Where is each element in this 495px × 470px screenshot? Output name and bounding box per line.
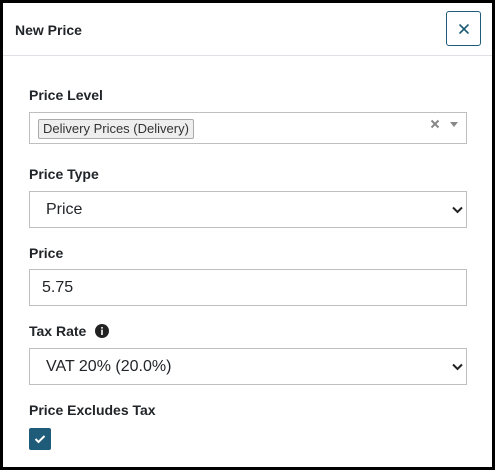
price-type-select[interactable]: Price bbox=[29, 191, 467, 228]
price-level-label: Price Level bbox=[29, 87, 103, 103]
chevron-down-icon bbox=[452, 363, 463, 371]
checkmark-icon bbox=[34, 435, 46, 444]
chevron-down-icon bbox=[452, 206, 463, 214]
tax-rate-label: Tax Rate bbox=[29, 323, 87, 339]
new-price-dialog: New Price Price Level Delivery Prices (D… bbox=[0, 0, 495, 470]
tax-rate-select[interactable]: VAT 20% (20.0%) bbox=[29, 348, 467, 385]
dialog-header: New Price bbox=[3, 3, 492, 56]
close-button[interactable] bbox=[446, 11, 481, 46]
price-value: 5.75 bbox=[42, 279, 74, 296]
dialog-title: New Price bbox=[15, 22, 82, 38]
price-level-multiselect[interactable]: Delivery Prices (Delivery) bbox=[29, 112, 467, 144]
tax-rate-value: VAT 20% (20.0%) bbox=[46, 358, 172, 375]
dropdown-arrow-icon[interactable] bbox=[450, 122, 458, 127]
price-type-value: Price bbox=[46, 201, 83, 218]
price-input[interactable]: 5.75 bbox=[29, 269, 467, 306]
price-label: Price bbox=[29, 245, 64, 261]
price-type-label: Price Type bbox=[29, 166, 99, 182]
clear-selection-icon[interactable] bbox=[428, 116, 442, 132]
price-level-tag[interactable]: Delivery Prices (Delivery) bbox=[38, 119, 194, 139]
price-excludes-tax-checkbox[interactable] bbox=[29, 428, 51, 450]
price-excludes-tax-label: Price Excludes Tax bbox=[29, 402, 156, 418]
info-icon[interactable] bbox=[95, 324, 109, 338]
close-icon bbox=[458, 23, 469, 34]
